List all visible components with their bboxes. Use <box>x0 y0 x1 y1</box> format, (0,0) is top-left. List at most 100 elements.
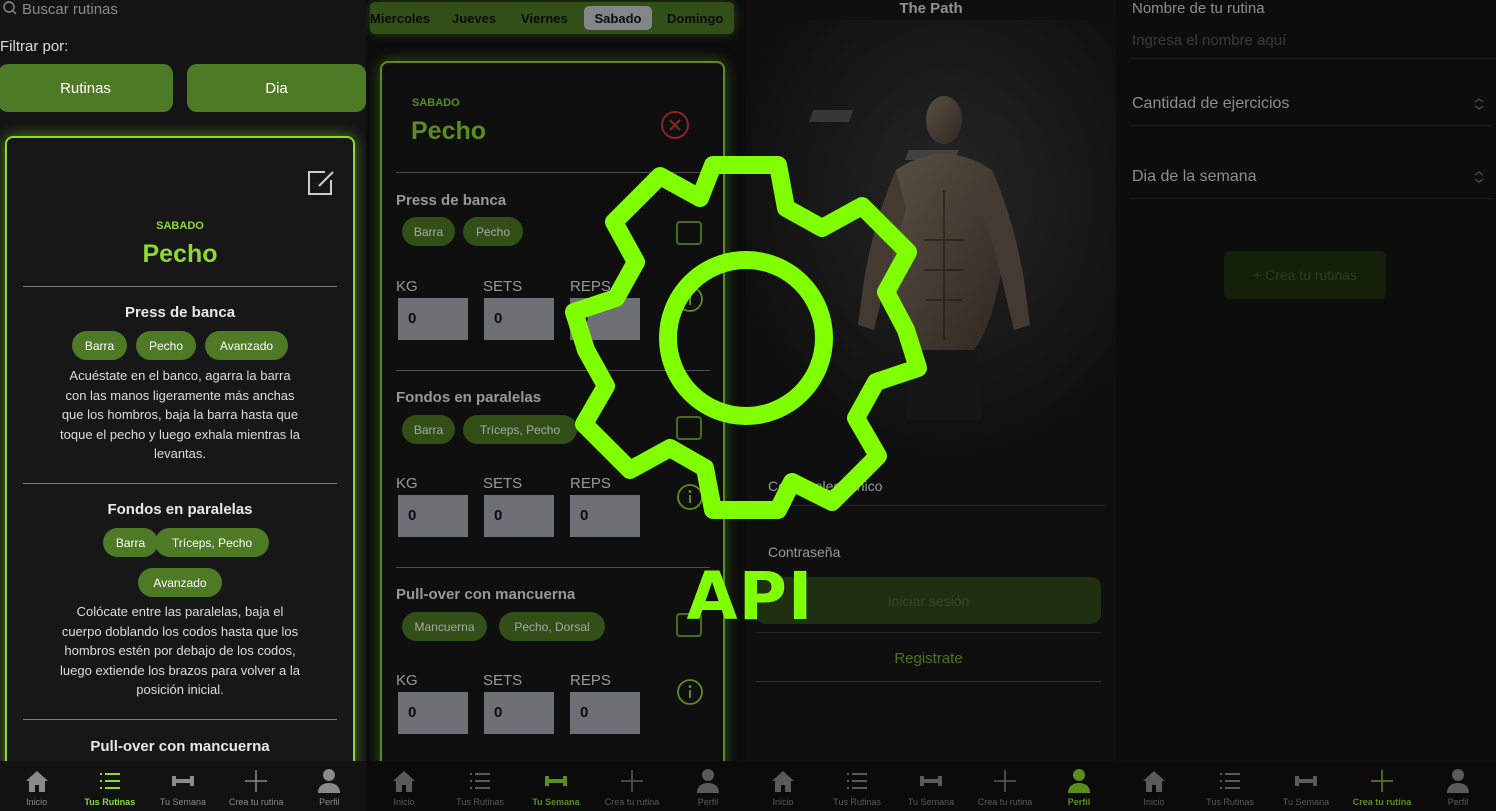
bottom-nav: Inicio Tus Rutinas Tu Semana Crea tu rut… <box>366 761 746 811</box>
home-icon <box>25 771 48 792</box>
day-tab-miercoles[interactable]: Miercoles <box>370 11 430 26</box>
bottom-nav: Inicio Tus Rutinas Tu Semana Crea tu rut… <box>0 761 366 811</box>
nav-tu-semana[interactable]: Tu Semana <box>518 761 594 807</box>
exercise-name: Pull-over con mancuerna <box>90 738 270 755</box>
search-icon <box>3 1 17 15</box>
exercise-description: Colócate entre las paralelas, baja el cu… <box>60 604 300 697</box>
sets-input[interactable]: 0 <box>484 298 554 340</box>
create-routine-button[interactable]: + Crea tu rutinas <box>1224 251 1386 299</box>
day-selector: Miercoles Jueves Viernes Sabado Domingo <box>370 2 734 34</box>
card-title: Pecho <box>411 117 487 145</box>
close-circle-icon[interactable] <box>659 109 691 141</box>
kg-input[interactable]: 0 <box>398 692 468 734</box>
routine-card: SABADO Pecho Press de banca Barra Pecho … <box>5 136 355 776</box>
screen-create-routine: Nombre de tu rutina Ingresa el nombre aq… <box>1116 0 1496 811</box>
person-icon <box>697 769 719 793</box>
nav-perfil[interactable]: Perfil <box>670 761 746 807</box>
day-tab-jueves[interactable]: Jueves <box>452 11 496 26</box>
kg-label: KG <box>396 475 418 492</box>
tag-pill: Tríceps, Pecho <box>155 528 269 557</box>
nav-inicio[interactable]: Inicio <box>746 761 820 807</box>
person-icon <box>1447 769 1469 793</box>
tag-pill: Barra <box>402 415 455 444</box>
kg-input[interactable]: 0 <box>398 495 468 537</box>
exercise-name: Pull-over con mancuerna <box>396 586 576 603</box>
list-icon <box>1220 773 1240 789</box>
person-icon <box>1068 769 1090 793</box>
search-bar[interactable]: Buscar rutinas <box>0 0 366 18</box>
bottom-nav: Inicio Tus Rutinas Tu Semana Crea tu rut… <box>746 761 1116 811</box>
sets-label: SETS <box>483 475 523 492</box>
nav-crea-tu-rutina[interactable]: Crea tu rutina <box>1344 761 1420 807</box>
exercise-name: Fondos en paralelas <box>396 389 542 406</box>
kg-input[interactable]: 0 <box>398 298 468 340</box>
day-tab-domingo[interactable]: Domingo <box>667 11 723 26</box>
home-icon <box>393 771 415 792</box>
exercise-count-select[interactable]: Cantidad de ejercicios <box>1130 80 1492 126</box>
person-icon <box>318 769 341 793</box>
nav-tu-semana[interactable]: Tu Semana <box>1268 761 1344 807</box>
divider <box>1130 58 1496 59</box>
dumbbell-icon <box>171 776 194 786</box>
select-arrows-icon <box>1474 171 1484 183</box>
nav-tus-rutinas[interactable]: Tus Rutinas <box>73 761 146 807</box>
nav-inicio[interactable]: Inicio <box>366 761 442 807</box>
kg-label: KG <box>396 278 418 295</box>
info-icon[interactable] <box>676 678 704 706</box>
plus-icon <box>994 770 1016 792</box>
tag-pill: Barra <box>402 217 455 246</box>
nav-perfil[interactable]: Perfil <box>293 761 366 807</box>
reps-input[interactable]: 0 <box>570 692 640 734</box>
divider <box>23 483 337 484</box>
nav-inicio[interactable]: Inicio <box>0 761 73 807</box>
exercise-description: Acuéstate en el banco, agarra la barra c… <box>60 368 300 461</box>
tag-pill: Pecho <box>136 331 196 360</box>
nav-tu-semana[interactable]: Tu Semana <box>894 761 968 807</box>
nav-inicio[interactable]: Inicio <box>1116 761 1192 807</box>
edit-icon[interactable] <box>305 168 335 198</box>
nav-crea-tu-rutina[interactable]: Crea tu rutina <box>968 761 1042 807</box>
nav-tus-rutinas[interactable]: Tus Rutinas <box>442 761 518 807</box>
filter-button-dia[interactable]: Dia <box>187 64 366 112</box>
exercise-name: Press de banca <box>396 192 507 209</box>
sets-input[interactable]: 0 <box>484 495 554 537</box>
reps-label: REPS <box>570 672 611 689</box>
home-icon <box>772 771 794 792</box>
nav-perfil[interactable]: Perfil <box>1042 761 1116 807</box>
exercise-name: Press de banca <box>124 304 236 321</box>
api-label: API <box>686 558 814 635</box>
filter-button-rutinas[interactable]: Rutinas <box>0 64 173 112</box>
search-input[interactable]: Buscar rutinas <box>22 1 118 18</box>
tag-pill: Barra <box>72 331 127 360</box>
nav-tus-rutinas[interactable]: Tus Rutinas <box>1192 761 1268 807</box>
nav-crea-tu-rutina[interactable]: Crea tu rutina <box>594 761 670 807</box>
plus-icon <box>245 770 268 792</box>
routine-name-input[interactable]: Ingresa el nombre aquí <box>1132 32 1286 49</box>
card-day: SABADO <box>412 97 460 109</box>
gear-icon <box>565 156 927 519</box>
day-tab-viernes[interactable]: Viernes <box>521 11 568 26</box>
divider <box>23 286 337 287</box>
select-arrows-icon <box>1474 98 1484 110</box>
screen-routines: Buscar rutinas Filtrar por: Rutinas Dia … <box>0 0 366 811</box>
nav-tu-semana[interactable]: Tu Semana <box>146 761 219 807</box>
plus-icon <box>621 770 643 792</box>
tag-pill: Avanzado <box>138 568 222 597</box>
kg-label: KG <box>396 672 418 689</box>
card-day: SABADO <box>156 220 204 232</box>
day-tab-sabado[interactable]: Sabado <box>584 6 652 30</box>
sets-input[interactable]: 0 <box>484 692 554 734</box>
card-title: Pecho <box>142 240 218 268</box>
tag-pill: Barra <box>103 528 158 557</box>
weekday-select[interactable]: Dia de la semana <box>1130 153 1492 199</box>
home-icon <box>1143 771 1165 792</box>
nav-crea-tu-rutina[interactable]: Crea tu rutina <box>220 761 293 807</box>
app-title: The Path <box>899 0 963 17</box>
tag-pill: Pecho, Dorsal <box>499 612 605 641</box>
tag-pill: Pecho <box>463 217 523 246</box>
dumbbell-icon <box>545 776 567 786</box>
nav-tus-rutinas[interactable]: Tus Rutinas <box>820 761 894 807</box>
nav-perfil[interactable]: Perfil <box>1420 761 1496 807</box>
bottom-nav: Inicio Tus Rutinas Tu Semana Crea tu rut… <box>1116 761 1496 811</box>
register-link[interactable]: Registrate <box>756 650 1101 667</box>
